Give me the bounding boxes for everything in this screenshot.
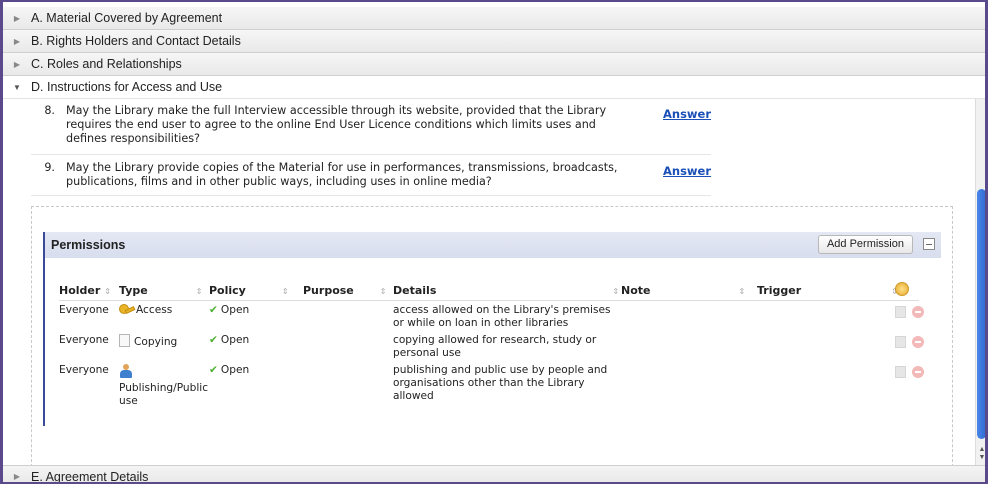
question-number: 9. (44, 161, 55, 174)
question-text: May the Library make the full Interview … (66, 104, 607, 145)
section-a-header[interactable]: ▶ A. Material Covered by Agreement (3, 7, 985, 30)
cell-type: Access (119, 304, 172, 317)
save-icon[interactable] (895, 306, 906, 318)
document-icon (119, 334, 130, 347)
section-d-header[interactable]: ▼ D. Instructions for Access and Use (3, 76, 985, 99)
collapsed-arrow-icon: ▶ (13, 59, 21, 69)
collapse-panel-icon[interactable] (923, 238, 935, 250)
column-header-details[interactable]: Details ⇕ (393, 284, 619, 297)
cell-policy: ✔ Open (209, 334, 250, 346)
person-icon (119, 364, 133, 378)
column-header-purpose[interactable]: Purpose ⇕ (303, 284, 386, 297)
expanded-arrow-icon: ▼ (13, 82, 21, 92)
divider (31, 154, 711, 155)
cell-details: access allowed on the Library's premises… (393, 304, 611, 329)
section-d-label: D. Instructions for Access and Use (31, 80, 223, 94)
section-b-header[interactable]: ▶ B. Rights Holders and Contact Details (3, 30, 985, 53)
collapsed-arrow-icon: ▶ (13, 472, 21, 481)
vertical-scrollbar[interactable]: ▲ ▼ (975, 99, 985, 465)
delete-icon[interactable] (912, 336, 924, 348)
answer-link[interactable]: Answer (663, 164, 711, 178)
answer-link[interactable]: Answer (663, 107, 711, 121)
row-actions (895, 336, 935, 350)
column-header-policy[interactable]: Policy ⇕ (209, 284, 289, 297)
column-header-holder[interactable]: Holder ⇕ (59, 284, 111, 297)
collapsed-arrow-icon: ▶ (13, 36, 21, 46)
permissions-header: Permissions Add Permission (45, 232, 941, 258)
divider (31, 195, 711, 196)
sort-icon: ⇕ (379, 287, 387, 296)
section-b-label: B. Rights Holders and Contact Details (31, 34, 241, 48)
save-icon[interactable] (895, 366, 906, 378)
check-icon: ✔ (209, 304, 218, 316)
section-e-header[interactable]: ▶ E. Agreement Details (3, 465, 985, 484)
window-frame: ▶ A. Material Covered by Agreement ▶ B. … (0, 0, 988, 484)
section-a-label: A. Material Covered by Agreement (31, 11, 223, 25)
cell-type: Publishing/Public use (119, 364, 208, 408)
sort-icon: ⇕ (281, 287, 289, 296)
column-header-trigger[interactable]: Trigger⇕ (757, 284, 898, 297)
header-rule (59, 300, 919, 301)
section-c-label: C. Roles and Relationships (31, 57, 182, 71)
permissions-panel: Permissions Add Permission Holder ⇕ Type ⇕… (43, 232, 941, 426)
add-permission-button[interactable]: Add Permission (817, 235, 913, 254)
column-settings-icon[interactable] (895, 282, 909, 296)
section-c-header[interactable]: ▶ C. Roles and Relationships (3, 53, 985, 76)
delete-icon[interactable] (912, 306, 924, 318)
section-e-label: E. Agreement Details (31, 469, 149, 484)
save-icon[interactable] (895, 336, 906, 348)
column-header-note[interactable]: Note ⇕ (621, 284, 745, 297)
scroll-down-arrow-icon[interactable]: ▼ (978, 454, 985, 461)
question-item: 9. May the Library provide copies of the… (31, 161, 711, 191)
question-text: May the Library provide copies of the Ma… (66, 161, 618, 188)
row-actions (895, 366, 935, 380)
sort-icon: ⇕ (195, 287, 203, 296)
permissions-title: Permissions (51, 238, 126, 252)
sort-icon: ⇕ (612, 287, 620, 296)
column-header-type[interactable]: Type ⇕ (119, 284, 202, 297)
key-icon (119, 304, 133, 314)
scroll-up-arrow-icon[interactable]: ▲ (978, 446, 985, 453)
question-item: 8. May the Library make the full Intervi… (31, 104, 711, 149)
check-icon: ✔ (209, 334, 218, 346)
scrollbar-thumb[interactable] (977, 189, 985, 439)
cell-type: Copying (119, 334, 177, 349)
row-actions (895, 306, 935, 320)
sort-icon: ⇕ (738, 287, 746, 296)
collapsed-arrow-icon: ▶ (13, 13, 21, 23)
cell-details: copying allowed for research, study or p… (393, 334, 597, 359)
cell-details: publishing and public use by people and … (393, 364, 608, 402)
check-icon: ✔ (209, 364, 218, 376)
cell-holder: Everyone (59, 334, 109, 346)
delete-icon[interactable] (912, 366, 924, 378)
cell-policy: ✔ Open (209, 364, 250, 376)
cell-policy: ✔ Open (209, 304, 250, 316)
sort-icon: ⇕ (104, 287, 111, 296)
cell-holder: Everyone (59, 364, 109, 376)
section-d-content: 8. May the Library make the full Intervi… (3, 99, 973, 465)
question-number: 8. (44, 104, 55, 117)
cell-holder: Everyone (59, 304, 109, 316)
